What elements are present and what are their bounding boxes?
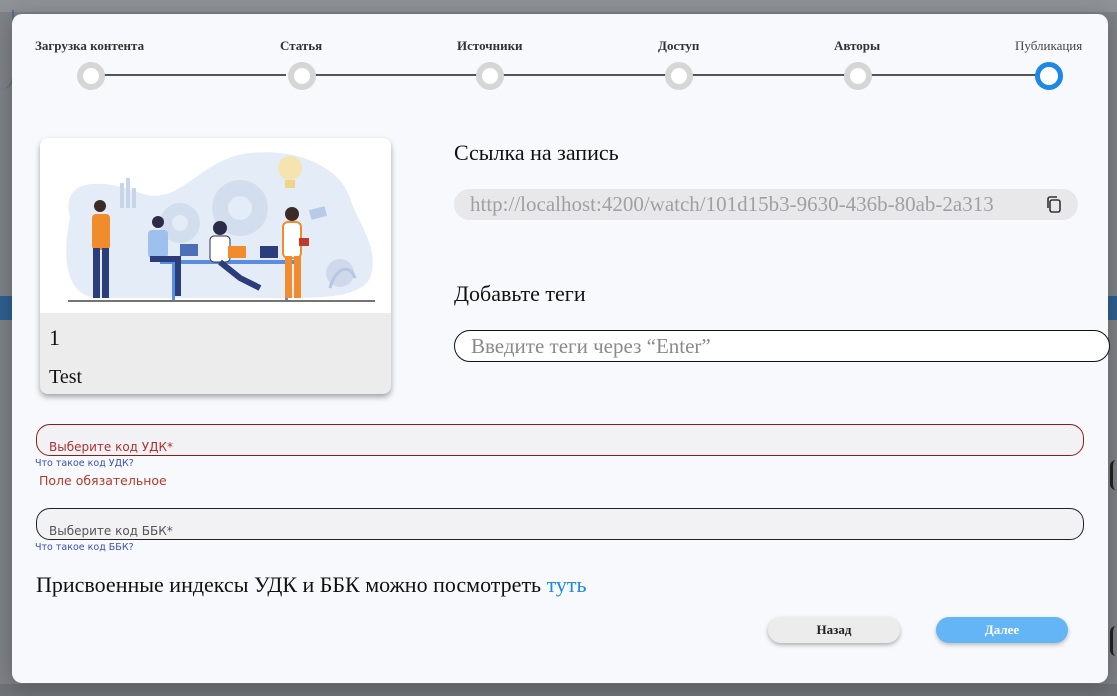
step-connector — [867, 74, 1045, 76]
backdrop-strip — [1108, 296, 1117, 320]
step-label-authors[interactable]: Авторы — [834, 38, 880, 54]
tags-input[interactable] — [454, 330, 1110, 362]
card-number: 1 — [49, 325, 60, 350]
link-heading: Ссылка на запись — [454, 140, 619, 165]
bbk-help-link[interactable]: Что такое код ББК? — [35, 542, 134, 553]
step-label-sources[interactable]: Источники — [457, 38, 523, 54]
tags-heading: Добавьте теги — [454, 281, 586, 306]
index-note-link[interactable]: туть — [547, 572, 587, 597]
backdrop-strip — [0, 296, 12, 320]
index-note: Присвоенные индексы УДК и ББК можно посм… — [36, 572, 587, 598]
card-illustration — [40, 138, 391, 313]
backdrop-decoration — [1110, 626, 1117, 656]
content-card: 1 Test — [40, 138, 391, 394]
udk-placeholder: Выберите код УДК* — [49, 440, 174, 454]
record-link-field[interactable]: http://localhost:4200/watch/101d15b3-963… — [454, 189, 1078, 220]
step-connector — [687, 74, 857, 76]
step-dot-article[interactable] — [288, 62, 316, 90]
publication-modal: Загрузка контента Статья Источники Досту… — [12, 14, 1110, 683]
next-button[interactable]: Далее — [936, 617, 1068, 643]
bbk-placeholder: Выберите код ББК* — [49, 524, 173, 538]
step-connector — [498, 74, 678, 76]
udk-select[interactable]: Выберите код УДК* — [36, 424, 1084, 456]
step-dot-publication[interactable] — [1035, 62, 1063, 90]
bbk-select[interactable]: Выберите код ББК* — [36, 508, 1084, 540]
step-label-article[interactable]: Статья — [280, 38, 322, 54]
step-label-content-upload[interactable]: Загрузка контента — [35, 38, 144, 54]
record-link-text[interactable]: http://localhost:4200/watch/101d15b3-963… — [470, 192, 1022, 217]
step-connector — [98, 74, 286, 76]
step-dot-access[interactable] — [665, 62, 693, 90]
card-title: Test — [49, 366, 83, 388]
back-button[interactable]: Назад — [768, 617, 900, 643]
step-dot-sources[interactable] — [476, 62, 504, 90]
backdrop-decoration — [1110, 460, 1117, 490]
copy-icon[interactable] — [1044, 195, 1064, 215]
index-note-text: Присвоенные индексы УДК и ББК можно посм… — [36, 572, 547, 597]
udk-help-link[interactable]: Что такое код УДК? — [35, 458, 134, 469]
udk-error: Поле обязательное — [39, 473, 167, 488]
step-dot-authors[interactable] — [844, 62, 872, 90]
step-connector — [310, 74, 490, 76]
step-label-access[interactable]: Доступ — [658, 38, 699, 54]
step-label-publication[interactable]: Публикация — [1015, 38, 1082, 54]
step-dot-content-upload[interactable] — [77, 62, 105, 90]
